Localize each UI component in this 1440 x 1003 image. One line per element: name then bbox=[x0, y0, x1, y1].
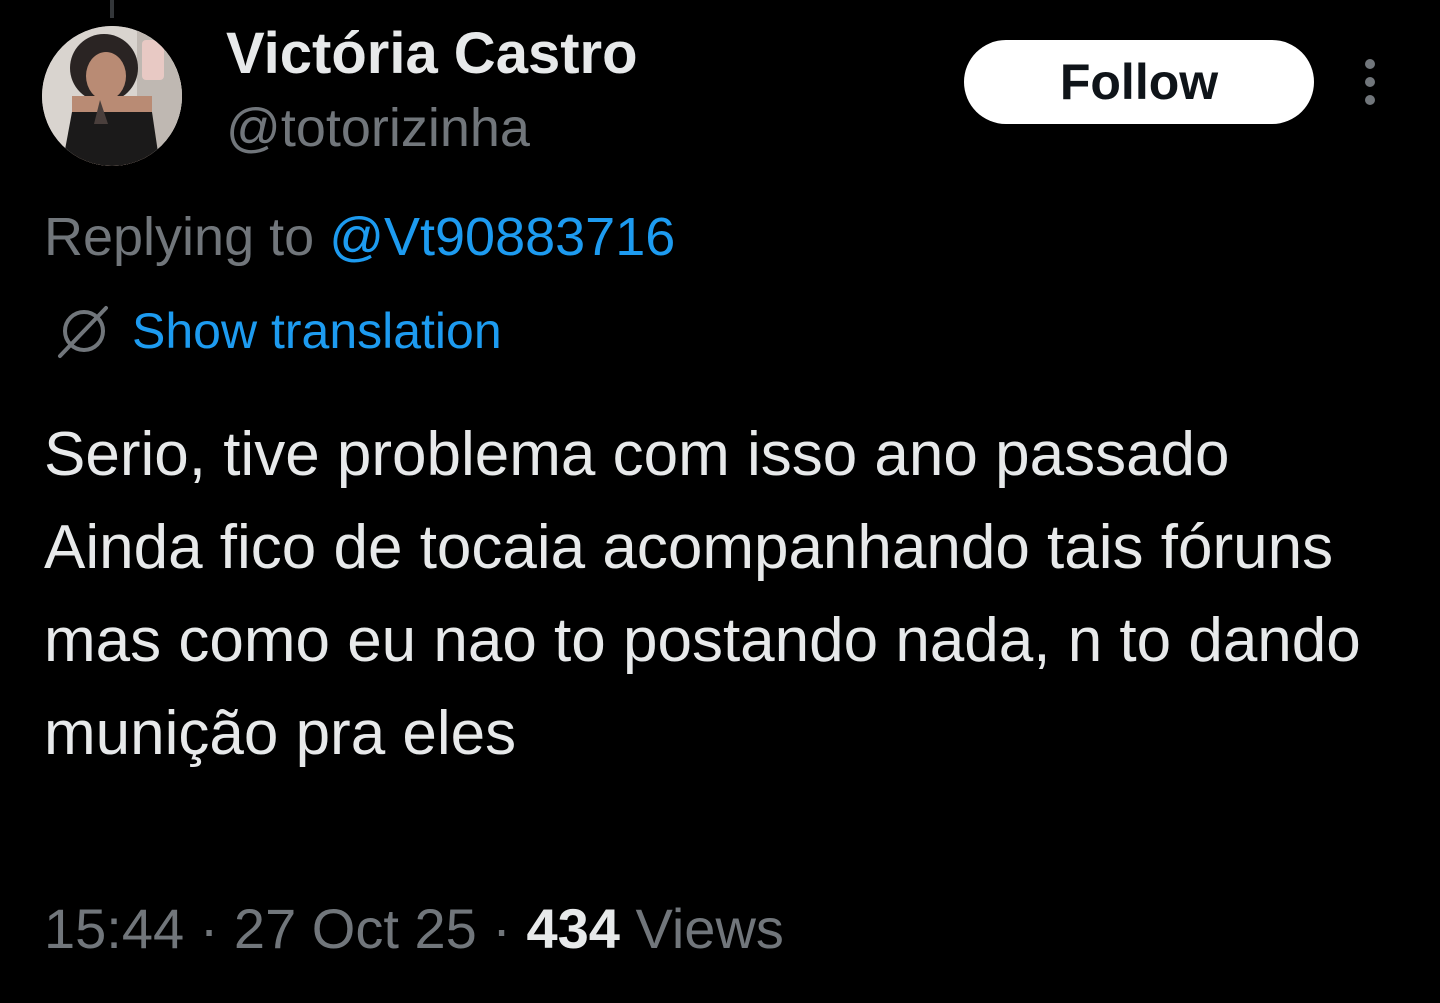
thread-connector-line bbox=[110, 0, 114, 18]
reply-mention-link[interactable]: @Vt90883716 bbox=[329, 207, 675, 267]
views-count[interactable]: 434 bbox=[527, 897, 620, 960]
globe-icon bbox=[58, 306, 108, 358]
meta-separator: · bbox=[199, 897, 219, 960]
tweet-time[interactable]: 15:44 bbox=[44, 897, 184, 960]
views-label[interactable]: Views bbox=[636, 897, 784, 960]
profile-photo bbox=[42, 26, 182, 166]
replying-to-line: Replying to @Vt90883716 bbox=[44, 204, 675, 270]
tweet-text: Serio, tive problema com isso ano passad… bbox=[44, 420, 1361, 768]
avatar[interactable] bbox=[42, 26, 182, 166]
follow-button[interactable]: Follow bbox=[964, 40, 1314, 124]
show-translation-button[interactable]: Show translation bbox=[54, 296, 502, 366]
more-vertical-icon[interactable] bbox=[1350, 56, 1390, 108]
tweet-meta: 15:44 · 27 Oct 25 · 434 Views bbox=[44, 896, 784, 962]
tweet-date[interactable]: 27 Oct 25 bbox=[234, 897, 477, 960]
replying-to-label: Replying to bbox=[44, 207, 315, 267]
show-translation-label: Show translation bbox=[132, 303, 502, 359]
author-display-name[interactable]: Victória Castro bbox=[226, 22, 638, 86]
author-handle[interactable]: @totorizinha bbox=[226, 98, 530, 158]
meta-separator: · bbox=[492, 897, 511, 960]
